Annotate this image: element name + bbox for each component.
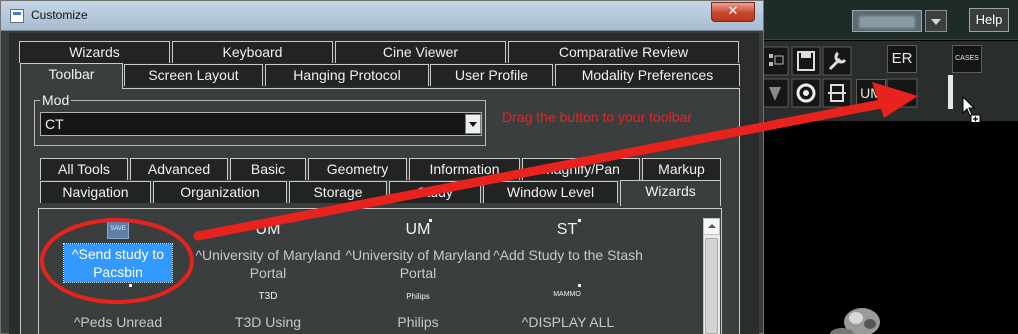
toolbar-er-button[interactable]: ER [887,45,917,73]
category-tab-storage[interactable]: Storage [289,181,387,203]
philips-icon[interactable]: Philips [398,286,438,308]
scan-image [830,308,880,334]
window-icon [10,9,24,23]
tab-keyboard[interactable]: Keyboard [172,41,333,63]
tool-label-peds-unread[interactable]: ^Peds Unread [43,313,193,331]
category-tab-advanced[interactable]: Advanced [130,158,228,180]
category-tab-markup[interactable]: Markup [642,158,721,180]
modality-select[interactable]: CT [40,112,482,136]
help-button[interactable]: Help [969,8,1009,32]
category-tab-organization[interactable]: Organization [153,181,287,203]
tab-user-profile[interactable]: User Profile [430,64,553,86]
category-tab-study[interactable]: Study [389,181,481,203]
tab-comparative-review[interactable]: Comparative Review [508,41,739,63]
drag-cursor-icon [962,96,981,124]
um-icon[interactable]: UM [248,219,288,241]
scroll-up-button[interactable] [703,218,720,235]
tab-toolbar[interactable]: Toolbar [20,63,123,89]
redacted-username [859,16,915,28]
category-tab-geometry[interactable]: Geometry [308,158,407,180]
category-tab-wizards[interactable]: Wizards [620,180,721,206]
tab-cine-viewer[interactable]: Cine Viewer [335,41,506,63]
tool-label-philips[interactable]: Philips [343,313,493,331]
toolbar-um-button[interactable]: UM [856,79,886,107]
tab-modality-preferences[interactable]: Modality Preferences [555,64,740,86]
save-icon[interactable]: SAVE [107,219,129,239]
um-icon[interactable]: UM [398,219,438,241]
category-tab-basic[interactable]: Basic [230,158,306,180]
toolbar-cases-button[interactable]: CASES [952,45,982,73]
tab-screen-layout[interactable]: Screen Layout [124,64,263,86]
tool-label-display-all[interactable]: ^DISPLAY ALL [493,313,643,331]
tool-label-university-of-maryland-portal[interactable]: ^University of Maryland Portal [343,246,493,282]
dialog-title: Customize [31,8,88,22]
tool-label-university-of-maryland-portal[interactable]: ^University of Maryland Portal [193,246,343,282]
scrollbar-thumb[interactable] [705,238,718,334]
category-tab-navigation[interactable]: Navigation [40,181,151,203]
drag-hint-text: Drag the button to your toolbar [502,109,692,125]
chevron-down-icon[interactable] [925,10,947,32]
tab-hanging-protocol[interactable]: Hanging Protocol [265,64,429,86]
st-icon[interactable]: ST [547,219,587,241]
close-button[interactable]: ✕ [711,2,755,22]
t3d-icon[interactable]: T3D [248,286,288,308]
tool-label-add-study-to-the-stash[interactable]: ^Add Study to the Stash [493,246,643,264]
tool-label-t3d-using[interactable]: T3D Using [193,313,343,331]
category-tab-window-level[interactable]: Window Level [483,181,618,203]
mod-label: Mod [40,92,72,108]
dialog-title-bar[interactable]: Customize ✕ [1,1,763,31]
chevron-down-icon[interactable] [465,114,481,134]
mammo-icon[interactable]: MAMMO [547,284,587,306]
peds-icon[interactable] [98,284,138,306]
drop-insertion-marker [948,75,953,109]
tab-wizards[interactable]: Wizards [19,41,170,63]
category-tab-all-tools[interactable]: All Tools [40,158,128,180]
tool-label-send-study-to-pacsbin[interactable]: ^Send study to Pacsbin [63,243,173,283]
category-tab-magnify-pan[interactable]: Magnify/Pan [522,158,640,180]
category-tab-information[interactable]: Information [409,158,520,180]
user-select[interactable] [852,10,922,32]
